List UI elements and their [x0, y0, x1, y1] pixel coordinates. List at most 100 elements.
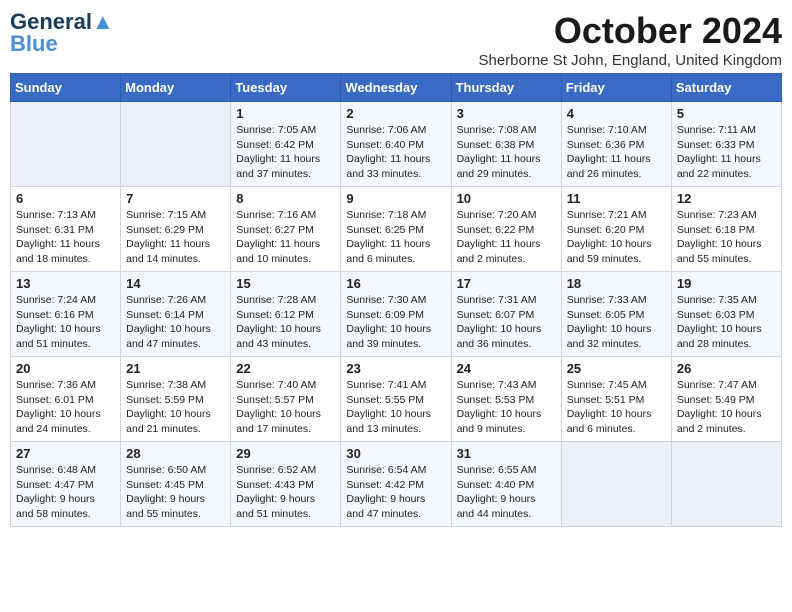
- cell-info: Sunset: 6:07 PM: [457, 308, 556, 323]
- cell-info: Sunset: 6:03 PM: [677, 308, 776, 323]
- cell-info: Sunset: 5:55 PM: [346, 393, 445, 408]
- column-header-tuesday: Tuesday: [231, 74, 341, 102]
- day-number: 9: [346, 191, 445, 206]
- logo: General▲ Blue: [10, 10, 114, 56]
- calendar-cell: 30Sunrise: 6:54 AMSunset: 4:42 PMDayligh…: [341, 442, 451, 527]
- calendar-cell: 15Sunrise: 7:28 AMSunset: 6:12 PMDayligh…: [231, 272, 341, 357]
- column-header-monday: Monday: [121, 74, 231, 102]
- calendar-cell: 8Sunrise: 7:16 AMSunset: 6:27 PMDaylight…: [231, 187, 341, 272]
- cell-info: Daylight: 11 hours and 37 minutes.: [236, 152, 335, 181]
- cell-info: Sunset: 4:47 PM: [16, 478, 115, 493]
- cell-info: Daylight: 11 hours and 33 minutes.: [346, 152, 445, 181]
- cell-info: Daylight: 10 hours and 13 minutes.: [346, 407, 445, 436]
- day-number: 20: [16, 361, 115, 376]
- calendar-cell: 5Sunrise: 7:11 AMSunset: 6:33 PMDaylight…: [671, 102, 781, 187]
- calendar-cell: [11, 102, 121, 187]
- calendar-cell: 2Sunrise: 7:06 AMSunset: 6:40 PMDaylight…: [341, 102, 451, 187]
- cell-info: Daylight: 10 hours and 9 minutes.: [457, 407, 556, 436]
- day-number: 27: [16, 446, 115, 461]
- cell-info: Sunrise: 6:54 AM: [346, 463, 445, 478]
- cell-info: Sunrise: 7:43 AM: [457, 378, 556, 393]
- cell-info: Sunset: 6:27 PM: [236, 223, 335, 238]
- cell-info: Daylight: 11 hours and 26 minutes.: [567, 152, 666, 181]
- cell-info: Sunrise: 7:24 AM: [16, 293, 115, 308]
- cell-info: Sunrise: 7:35 AM: [677, 293, 776, 308]
- cell-info: Sunset: 6:29 PM: [126, 223, 225, 238]
- day-number: 14: [126, 276, 225, 291]
- page-header: General▲ Blue October 2024 Sherborne St …: [10, 10, 782, 69]
- calendar-cell: 18Sunrise: 7:33 AMSunset: 6:05 PMDayligh…: [561, 272, 671, 357]
- calendar-cell: [671, 442, 781, 527]
- cell-info: Sunrise: 7:41 AM: [346, 378, 445, 393]
- cell-info: Sunrise: 6:52 AM: [236, 463, 335, 478]
- cell-info: Sunset: 6:33 PM: [677, 138, 776, 153]
- cell-info: Daylight: 11 hours and 6 minutes.: [346, 237, 445, 266]
- day-number: 3: [457, 106, 556, 121]
- calendar-cell: 23Sunrise: 7:41 AMSunset: 5:55 PMDayligh…: [341, 357, 451, 442]
- cell-info: Daylight: 10 hours and 43 minutes.: [236, 322, 335, 351]
- day-number: 6: [16, 191, 115, 206]
- cell-info: Sunset: 5:59 PM: [126, 393, 225, 408]
- cell-info: Daylight: 11 hours and 18 minutes.: [16, 237, 115, 266]
- calendar-cell: 28Sunrise: 6:50 AMSunset: 4:45 PMDayligh…: [121, 442, 231, 527]
- day-number: 10: [457, 191, 556, 206]
- cell-info: Sunset: 6:36 PM: [567, 138, 666, 153]
- cell-info: Sunrise: 7:20 AM: [457, 208, 556, 223]
- cell-info: Sunrise: 7:10 AM: [567, 123, 666, 138]
- calendar-cell: 13Sunrise: 7:24 AMSunset: 6:16 PMDayligh…: [11, 272, 121, 357]
- cell-info: Sunrise: 7:40 AM: [236, 378, 335, 393]
- cell-info: Sunset: 6:18 PM: [677, 223, 776, 238]
- day-number: 28: [126, 446, 225, 461]
- title-section: October 2024 Sherborne St John, England,…: [478, 10, 782, 69]
- cell-info: Sunrise: 7:31 AM: [457, 293, 556, 308]
- calendar-cell: 17Sunrise: 7:31 AMSunset: 6:07 PMDayligh…: [451, 272, 561, 357]
- day-number: 8: [236, 191, 335, 206]
- cell-info: Sunset: 5:51 PM: [567, 393, 666, 408]
- calendar-cell: 29Sunrise: 6:52 AMSunset: 4:43 PMDayligh…: [231, 442, 341, 527]
- cell-info: Sunrise: 7:08 AM: [457, 123, 556, 138]
- cell-info: Daylight: 10 hours and 24 minutes.: [16, 407, 115, 436]
- calendar-cell: 4 Sunrise: 7:10 AMSunset: 6:36 PMDaylight…: [561, 102, 671, 187]
- day-number: 16: [346, 276, 445, 291]
- cell-info: Sunrise: 7:26 AM: [126, 293, 225, 308]
- cell-info: Daylight: 11 hours and 10 minutes.: [236, 237, 335, 266]
- cell-info: Sunrise: 7:06 AM: [346, 123, 445, 138]
- cell-info: Daylight: 9 hours and 47 minutes.: [346, 492, 445, 521]
- cell-info: Sunset: 6:40 PM: [346, 138, 445, 153]
- cell-info: Sunset: 6:01 PM: [16, 393, 115, 408]
- cell-info: Sunrise: 7:18 AM: [346, 208, 445, 223]
- cell-info: Sunset: 6:12 PM: [236, 308, 335, 323]
- column-header-thursday: Thursday: [451, 74, 561, 102]
- day-number: 21: [126, 361, 225, 376]
- calendar-week-3: 13Sunrise: 7:24 AMSunset: 6:16 PMDayligh…: [11, 272, 782, 357]
- calendar-cell: [561, 442, 671, 527]
- cell-info: Sunrise: 7:21 AM: [567, 208, 666, 223]
- day-number: 12: [677, 191, 776, 206]
- cell-info: Daylight: 9 hours and 55 minutes.: [126, 492, 225, 521]
- cell-info: Sunrise: 7:38 AM: [126, 378, 225, 393]
- cell-info: Daylight: 9 hours and 58 minutes.: [16, 492, 115, 521]
- cell-info: Sunset: 5:57 PM: [236, 393, 335, 408]
- calendar-cell: 27Sunrise: 6:48 AMSunset: 4:47 PMDayligh…: [11, 442, 121, 527]
- cell-info: Daylight: 10 hours and 21 minutes.: [126, 407, 225, 436]
- day-number: 4: [567, 106, 666, 121]
- cell-info: Sunset: 4:40 PM: [457, 478, 556, 493]
- cell-info: Sunset: 6:42 PM: [236, 138, 335, 153]
- cell-info: Sunrise: 7:33 AM: [567, 293, 666, 308]
- cell-info: Sunset: 6:20 PM: [567, 223, 666, 238]
- cell-info: Sunrise: 7:36 AM: [16, 378, 115, 393]
- calendar-cell: 16Sunrise: 7:30 AMSunset: 6:09 PMDayligh…: [341, 272, 451, 357]
- calendar-cell: 20 Sunrise: 7:36 AMSunset: 6:01 PMDayligh…: [11, 357, 121, 442]
- day-number: 24: [457, 361, 556, 376]
- cell-info: Sunrise: 7:15 AM: [126, 208, 225, 223]
- month-title: October 2024: [478, 10, 782, 52]
- calendar-cell: 3Sunrise: 7:08 AMSunset: 6:38 PMDaylight…: [451, 102, 561, 187]
- calendar-cell: 31Sunrise: 6:55 AMSunset: 4:40 PMDayligh…: [451, 442, 561, 527]
- cell-info: Sunset: 4:45 PM: [126, 478, 225, 493]
- day-number: 13: [16, 276, 115, 291]
- calendar-cell: 14Sunrise: 7:26 AMSunset: 6:14 PMDayligh…: [121, 272, 231, 357]
- cell-info: Sunset: 6:31 PM: [16, 223, 115, 238]
- day-number: 19: [677, 276, 776, 291]
- day-number: 18: [567, 276, 666, 291]
- cell-info: Sunset: 6:05 PM: [567, 308, 666, 323]
